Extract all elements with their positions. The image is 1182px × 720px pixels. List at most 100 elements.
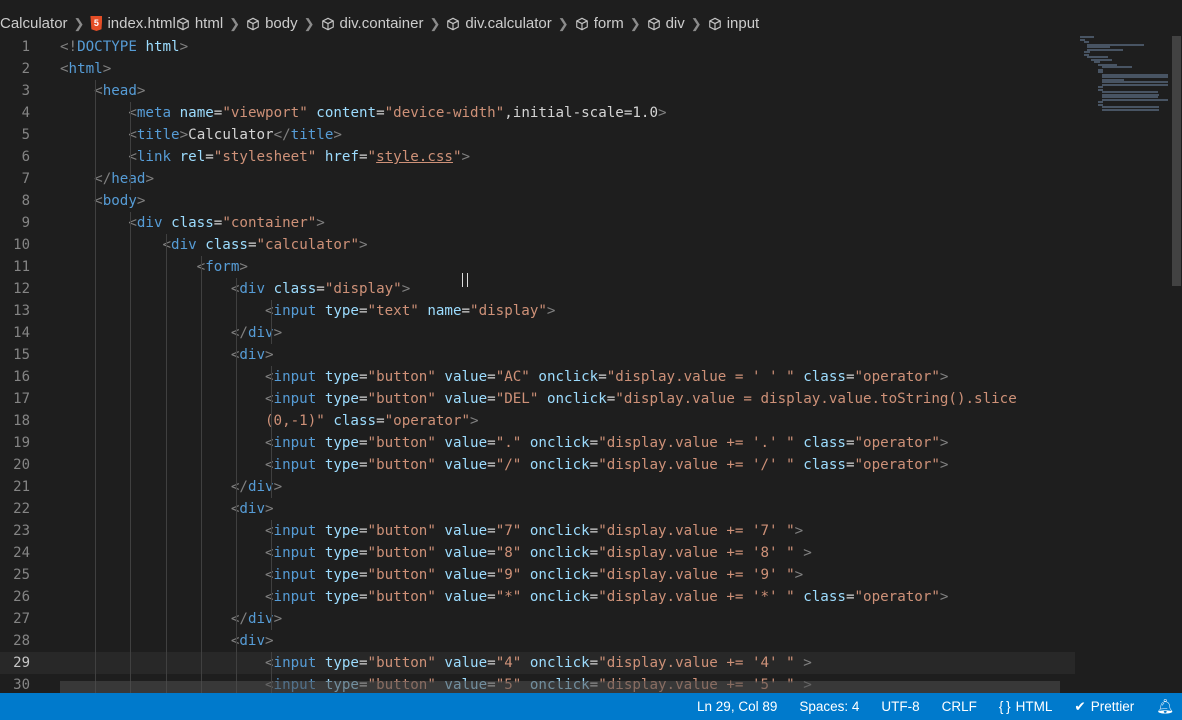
code-line[interactable]: 12 <div class="display"> (0, 278, 1075, 300)
breadcrumb-root[interactable]: Calculator (0, 15, 68, 32)
code-line[interactable]: 19 <input type="button" value="." onclic… (0, 432, 1075, 454)
vertical-scrollbar[interactable] (1171, 36, 1182, 693)
code-line[interactable]: 6 <link rel="stylesheet" href="style.css… (0, 146, 1075, 168)
bell-icon[interactable]: 🔔︎ (1156, 698, 1174, 715)
code-text: <input type="button" value="7" onclick="… (265, 523, 804, 539)
breadcrumb-item[interactable]: body (246, 15, 298, 32)
breadcrumb-item-label: div.container (339, 15, 424, 32)
symbol-element-icon (647, 17, 660, 30)
indent-guide (271, 300, 273, 344)
code-text: (0,-1)" class="operator"> (265, 413, 479, 429)
breadcrumb-item[interactable]: div.container (321, 15, 424, 32)
indent-guide (236, 278, 237, 693)
cursor-position[interactable]: Ln 29, Col 89 (697, 699, 777, 714)
code-line[interactable]: 27 </div> (0, 608, 1075, 630)
code-line[interactable]: 10 <div class="calculator"> (0, 234, 1075, 256)
chevron-right-icon: ❯ (557, 15, 569, 31)
code-line[interactable]: 17 <input type="button" value="DEL" oncl… (0, 388, 1075, 410)
code-text: <input type="button" value="9" onclick="… (265, 567, 804, 583)
line-number: 17 (13, 391, 30, 407)
indent-guide (200, 256, 202, 693)
line-number: 18 (13, 413, 30, 429)
breadcrumb-file[interactable]: 5 index.html (90, 15, 176, 32)
code-line[interactable]: 29 <input type="button" value="4" onclic… (0, 652, 1075, 674)
line-number: 10 (13, 237, 30, 253)
code-text: <form> (197, 259, 248, 275)
line-number: 26 (13, 589, 30, 605)
chevron-right-icon: ❯ (303, 15, 315, 31)
code-text: <head> (94, 83, 146, 99)
code-line[interactable]: 21 </div> (0, 476, 1075, 498)
code-line[interactable]: 16 <input type="button" value="AC" oncli… (0, 366, 1075, 388)
code-text: <meta name="viewport" content="device-wi… (128, 105, 667, 121)
breadcrumb-item-label: body (265, 15, 298, 32)
breadcrumb-item[interactable]: input (708, 15, 760, 32)
code-line[interactable]: 4 <meta name="viewport" content="device-… (0, 102, 1075, 124)
code-line[interactable]: 28 <div> (0, 630, 1075, 652)
line-number: 27 (13, 611, 30, 627)
code-text: <body> (94, 193, 146, 209)
breadcrumb-item[interactable]: html (176, 15, 223, 32)
code-line[interactable]: 7 </head> (0, 168, 1075, 190)
code-line[interactable]: 15 <div> (0, 344, 1075, 366)
line-endings[interactable]: CRLF (942, 699, 977, 714)
line-number: 23 (13, 523, 30, 539)
breadcrumb-item[interactable]: div (647, 15, 685, 32)
chevron-right-icon: ❯ (690, 15, 702, 31)
scrollbar-thumb[interactable] (1172, 36, 1181, 286)
code-line[interactable]: 13 <input type="text" name="display"> (0, 300, 1075, 322)
breadcrumb-file-label: index.html (107, 15, 176, 32)
prettier-status[interactable]: ✔ Prettier (1074, 699, 1134, 715)
line-number: 3 (21, 83, 30, 99)
code-line[interactable]: 20 <input type="button" value="/" onclic… (0, 454, 1075, 476)
code-line[interactable]: 22 <div> (0, 498, 1075, 520)
line-number: 28 (13, 633, 30, 649)
chevron-right-icon: ❯ (429, 15, 441, 31)
code-line[interactable]: 5 <title>Calculator</title> (0, 124, 1075, 146)
breadcrumb-item-label: input (726, 15, 760, 32)
text-cursor-icon (462, 273, 468, 287)
code-line[interactable]: 8 <body> (0, 190, 1075, 212)
language-mode[interactable]: { } HTML (999, 699, 1052, 714)
code-line[interactable]: 3 <head> (0, 80, 1075, 102)
code-line[interactable]: 2 <html> (0, 58, 1075, 80)
breadcrumb-item-label: html (194, 15, 224, 32)
line-number: 8 (21, 193, 30, 209)
code-line[interactable]: 11 <form> (0, 256, 1075, 278)
code-editor[interactable]: 1 <!DOCTYPE html> 2 <html> 3 <head> 4 <meta n… (0, 36, 1075, 693)
code-text: <input type="text" name="display"> (265, 303, 556, 319)
code-line[interactable]: 26 <input type="button" value="*" onclic… (0, 586, 1075, 608)
line-number: 19 (13, 435, 30, 451)
code-text: <input type="button" value="*" onclick="… (265, 589, 949, 605)
horizontal-scrollbar[interactable] (60, 681, 1060, 693)
line-number: 21 (13, 479, 30, 495)
symbol-element-icon (176, 17, 189, 30)
code-text: <div> (231, 347, 274, 363)
minimap[interactable] (1080, 36, 1170, 116)
code-text: <link rel="stylesheet" href="style.css"> (128, 149, 471, 165)
code-text: </head> (94, 171, 154, 187)
code-line[interactable]: 23 <input type="button" value="7" onclic… (0, 520, 1075, 542)
prettier-label: Prettier (1090, 699, 1135, 714)
code-line[interactable]: 14 </div> (0, 322, 1075, 344)
breadcrumb-item[interactable]: form (575, 15, 624, 32)
chevron-right-icon: ❯ (229, 15, 241, 31)
breadcrumb-root-label: Calculator (0, 15, 68, 32)
code-text: </div> (230, 479, 283, 495)
indentation[interactable]: Spaces: 4 (799, 699, 859, 714)
code-text: </div> (230, 325, 283, 341)
breadcrumb-item[interactable]: div.calculator (446, 15, 552, 32)
code-line[interactable]: 18 (0,-1)" class="operator"> (0, 410, 1075, 432)
line-number: 14 (13, 325, 30, 341)
code-line[interactable]: 1 <!DOCTYPE html> (0, 36, 1075, 58)
code-line[interactable]: 9 <div class="container"> (0, 212, 1075, 234)
code-text: <input type="button" value="/" onclick="… (265, 457, 949, 473)
line-number: 9 (21, 215, 30, 231)
status-bar: Ln 29, Col 89 Spaces: 4 UTF-8 CRLF { } H… (0, 693, 1182, 720)
encoding[interactable]: UTF-8 (881, 699, 919, 714)
line-number: 1 (21, 39, 30, 55)
code-text: <div> (231, 501, 274, 517)
code-line[interactable]: 25 <input type="button" value="9" onclic… (0, 564, 1075, 586)
line-number: 13 (13, 303, 30, 319)
code-line[interactable]: 24 <input type="button" value="8" onclic… (0, 542, 1075, 564)
